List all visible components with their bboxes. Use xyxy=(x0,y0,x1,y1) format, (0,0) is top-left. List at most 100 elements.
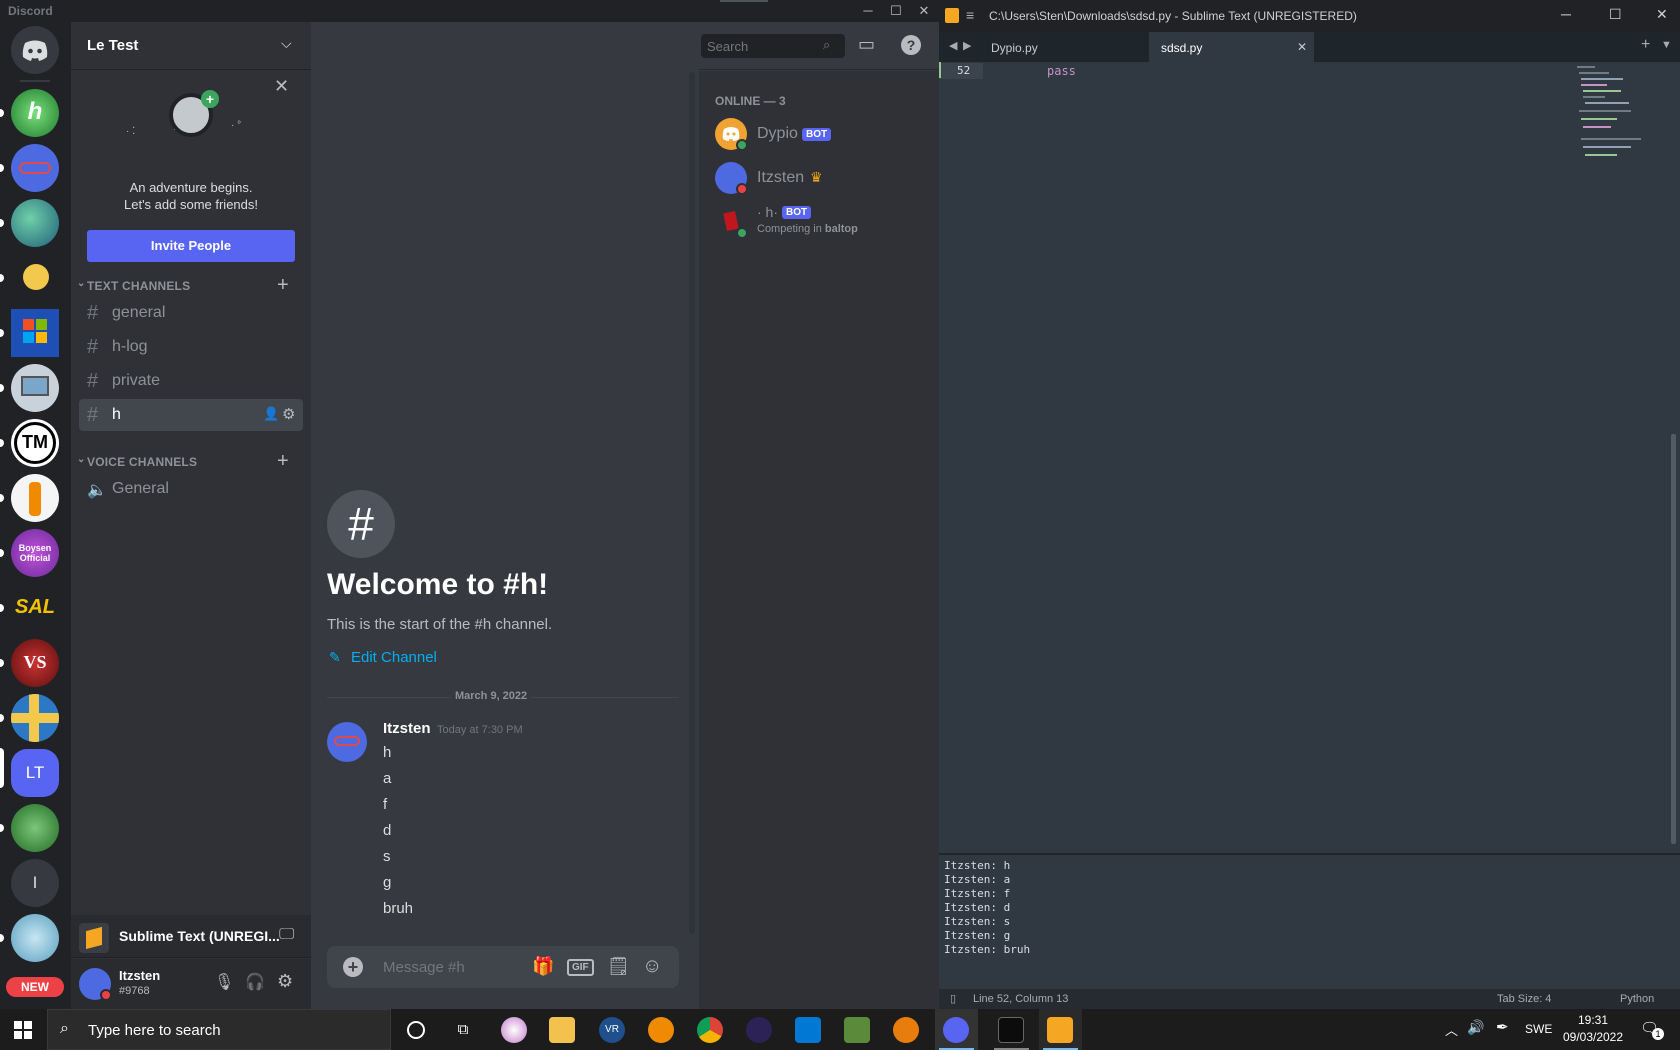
welcome-subtitle: This is the start of the #h channel. xyxy=(327,616,553,633)
guild-vs[interactable]: VS xyxy=(11,639,59,687)
tab-forward-icon[interactable]: ▶ xyxy=(963,39,971,52)
bot-badge: BOT xyxy=(802,128,832,141)
taskbar-search[interactable]: ⌕ Type here to search xyxy=(47,1009,391,1050)
action-center-button[interactable]: 🗨 1 xyxy=(1640,1019,1664,1040)
minimize-button[interactable]: ─ xyxy=(858,2,878,20)
maximize-button[interactable]: ☐ xyxy=(1609,6,1622,23)
cortana-icon[interactable] xyxy=(407,1021,425,1039)
voice-channels-category[interactable]: ⌄ VOICE CHANNELS + xyxy=(71,450,311,473)
taskbar-terminal[interactable] xyxy=(990,1009,1033,1050)
fl-studio-icon[interactable] xyxy=(648,1017,674,1043)
close-tab-icon[interactable]: ✕ xyxy=(1297,40,1307,54)
invite-icon[interactable]: 👤 xyxy=(263,406,279,422)
guild-tm[interactable]: TM xyxy=(11,419,59,467)
message-composer[interactable]: + Message #h 🎁 GIF 🗒 ☺ xyxy=(327,946,679,988)
mute-mic-icon[interactable]: 🎙 xyxy=(214,972,234,992)
channel-h-log[interactable]: # h-log xyxy=(79,331,303,363)
sublime-taskbar-icon xyxy=(1047,1017,1073,1043)
inbox-icon[interactable]: ▭ xyxy=(858,34,875,55)
blender-icon[interactable] xyxy=(893,1017,919,1043)
cursor-position[interactable]: Line 52, Column 13 xyxy=(973,993,1068,1005)
screen-share-icon[interactable]: 🖵 xyxy=(279,926,294,944)
server-header[interactable]: Le Test ⌵ xyxy=(71,22,311,70)
message-avatar[interactable] xyxy=(327,722,367,762)
file-explorer-icon[interactable] xyxy=(549,1017,575,1043)
channel-private[interactable]: # private xyxy=(79,365,303,397)
guild-separator xyxy=(20,80,50,82)
guild-h[interactable]: h xyxy=(11,89,59,137)
store-icon[interactable] xyxy=(795,1017,821,1043)
guild-itzsten[interactable] xyxy=(11,144,59,192)
gif-button[interactable]: GIF xyxy=(567,959,594,976)
member-dypio[interactable]: Dypio BOT xyxy=(707,113,931,155)
close-icon[interactable]: ✕ xyxy=(274,76,289,97)
new-badge[interactable]: NEW xyxy=(6,977,64,997)
close-button[interactable]: ✕ xyxy=(1656,6,1668,23)
tab-sdsd[interactable]: sdsd.py ✕ xyxy=(1149,32,1314,62)
gift-icon[interactable]: 🎁 xyxy=(532,956,554,977)
language-indicator[interactable]: SWE xyxy=(1525,1022,1552,1036)
minecraft-icon[interactable] xyxy=(844,1017,870,1043)
guild-face[interactable] xyxy=(11,254,59,302)
syntax-mode[interactable]: Python xyxy=(1620,993,1654,1005)
gear-icon[interactable]: ⚙ xyxy=(282,405,295,423)
search-input[interactable]: Search ⌕ xyxy=(701,34,845,58)
help-icon[interactable]: ? xyxy=(901,35,921,55)
task-view-icon[interactable]: ⧉ xyxy=(450,1017,476,1043)
guild-windows7[interactable] xyxy=(11,309,59,357)
channel-h[interactable]: # h 👤 ⚙ xyxy=(79,399,303,431)
paint-app-icon[interactable] xyxy=(501,1017,527,1043)
activity-bar[interactable]: Sublime Text (UNREGI... 🖵 xyxy=(71,915,311,958)
attach-plus-icon[interactable]: + xyxy=(343,957,363,977)
tab-size[interactable]: Tab Size: 4 xyxy=(1497,993,1551,1005)
tab-menu-icon[interactable]: ▼ xyxy=(1661,39,1672,51)
sidebar-toggle-icon[interactable]: ▯ xyxy=(950,992,956,1005)
code-editor[interactable]: 52 pass xyxy=(939,62,1680,852)
guild-boysen[interactable]: Boysen Official xyxy=(11,529,59,577)
guild-pepe[interactable] xyxy=(11,804,59,852)
member-itzsten[interactable]: Itzsten ♛ xyxy=(707,157,931,199)
chrome-icon[interactable] xyxy=(697,1017,723,1043)
volume-icon[interactable]: 🔊 xyxy=(1467,1019,1484,1036)
new-tab-icon[interactable]: + xyxy=(1641,36,1650,54)
guild-flag[interactable] xyxy=(11,694,59,742)
guild-computer[interactable] xyxy=(11,364,59,412)
taskbar-sublime[interactable] xyxy=(1039,1009,1082,1050)
create-channel-icon[interactable]: + xyxy=(277,450,289,473)
tray-chevron-icon[interactable]: ︿ xyxy=(1445,1020,1458,1039)
minimize-button[interactable]: ─ xyxy=(1561,6,1571,22)
headphones-icon[interactable]: 🎧 xyxy=(245,972,265,992)
sticker-icon[interactable]: 🗒 xyxy=(607,956,630,977)
guild-le-test[interactable]: LT xyxy=(11,749,59,797)
home-button[interactable] xyxy=(11,26,59,74)
pen-icon[interactable]: ✒ xyxy=(1496,1018,1509,1036)
start-button[interactable] xyxy=(14,1021,32,1039)
guild-i[interactable]: I xyxy=(11,859,59,907)
close-button[interactable]: ✕ xyxy=(914,2,934,20)
minimap[interactable] xyxy=(1577,62,1667,172)
maximize-button[interactable]: ☐ xyxy=(886,2,906,20)
vr-app-icon[interactable]: VR xyxy=(599,1017,625,1043)
discord-window: Discord ─ ☐ ✕ h TM Boysen Official SAL V… xyxy=(0,0,939,1009)
chat-scrollbar[interactable] xyxy=(689,72,695,934)
drag-handle[interactable] xyxy=(720,0,768,2)
voice-channel-general[interactable]: 🔈 General xyxy=(79,473,303,505)
channel-general[interactable]: # general xyxy=(79,297,303,329)
clock[interactable]: 19:31 09/03/2022 xyxy=(1560,1013,1626,1047)
settings-gear-icon[interactable]: ⚙ xyxy=(277,971,293,992)
guild-anime[interactable] xyxy=(11,914,59,962)
guild-sal[interactable]: SAL xyxy=(11,584,59,632)
guild-clouds[interactable] xyxy=(11,199,59,247)
emoji-icon[interactable]: ☺ xyxy=(642,955,662,978)
member-h-bot[interactable]: · h· BOT Competing in baltop xyxy=(707,201,931,243)
hamburger-menu-icon[interactable]: ≡ xyxy=(966,7,974,23)
invite-people-button[interactable]: Invite People xyxy=(87,230,295,262)
create-channel-icon[interactable]: + xyxy=(277,274,289,297)
eclipse-icon[interactable] xyxy=(746,1017,772,1043)
message-author[interactable]: Itzsten xyxy=(383,720,431,737)
taskbar-discord-active[interactable] xyxy=(935,1009,978,1050)
tab-back-icon[interactable]: ◀ xyxy=(949,39,957,52)
text-channels-category[interactable]: ⌄ TEXT CHANNELS + xyxy=(71,274,311,297)
editor-scrollbar[interactable] xyxy=(1671,434,1676,844)
guild-bottle[interactable] xyxy=(11,474,59,522)
